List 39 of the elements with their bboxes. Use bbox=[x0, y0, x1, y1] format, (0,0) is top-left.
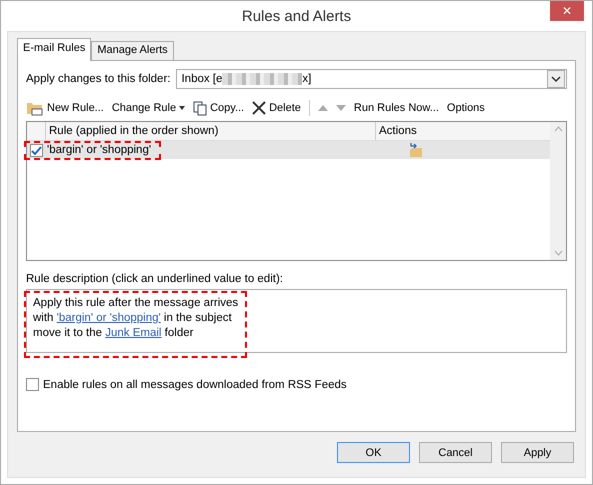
caret-icon bbox=[179, 106, 186, 110]
dialog-button[interactable]: OK bbox=[337, 442, 410, 463]
close-button[interactable]: ✕ bbox=[550, 1, 584, 21]
scroll-up-icon[interactable] bbox=[554, 126, 562, 132]
options-button[interactable]: Options bbox=[446, 102, 485, 114]
value-link[interactable]: Junk Email bbox=[105, 327, 162, 339]
dialog-button[interactable]: Cancel bbox=[419, 442, 492, 463]
rule-name: 'bargin' or 'shopping' bbox=[47, 144, 152, 156]
dialog-button[interactable]: Apply bbox=[501, 442, 574, 463]
copy-button[interactable]: Copy... bbox=[193, 100, 244, 116]
checkbox[interactable] bbox=[30, 144, 43, 156]
description-text: in the subject bbox=[162, 312, 232, 324]
folder-icon bbox=[26, 100, 44, 116]
checkbox-label: Enable rules on all messages downloaded from RSS Feeds bbox=[43, 378, 347, 390]
description-text: with bbox=[33, 312, 54, 324]
move-to-folder-icon bbox=[408, 143, 424, 157]
description-label: Rule description (click an underlined value to edit): bbox=[26, 273, 284, 285]
run-rules-now-button[interactable]: Run Rules Now... bbox=[354, 102, 439, 114]
down-arrow-icon bbox=[336, 105, 346, 111]
scroll-down-icon[interactable] bbox=[554, 250, 562, 256]
folder-dropdown[interactable]: Inbox [e x] bbox=[176, 69, 567, 89]
up-arrow-icon bbox=[318, 105, 328, 111]
folder-label: Apply changes to this folder: bbox=[26, 73, 170, 85]
tab[interactable]: E-mail Rules bbox=[17, 38, 92, 61]
description-text: Apply this rule after the message arrives bbox=[33, 297, 238, 309]
value-link[interactable]: 'bargin' or 'shopping' bbox=[56, 312, 161, 324]
delete-button[interactable]: Delete bbox=[252, 101, 301, 115]
description-text: folder bbox=[164, 327, 194, 339]
window-title: Rules and Alerts bbox=[242, 8, 352, 25]
rule-row[interactable]: 'bargin' or 'shopping' bbox=[27, 141, 550, 159]
new-rule-button[interactable]: New Rule... bbox=[26, 100, 104, 116]
checkbox[interactable] bbox=[26, 378, 39, 391]
tab[interactable]: Manage Alerts bbox=[91, 41, 174, 60]
delete-icon bbox=[252, 101, 266, 115]
copy-icon bbox=[193, 100, 208, 116]
column-header[interactable]: Rule (applied in the order shown) bbox=[45, 122, 375, 140]
description-text: move it to the bbox=[33, 327, 104, 339]
change-rule-button[interactable]: Change Rule bbox=[112, 102, 186, 114]
scrollbar[interactable] bbox=[550, 122, 566, 260]
